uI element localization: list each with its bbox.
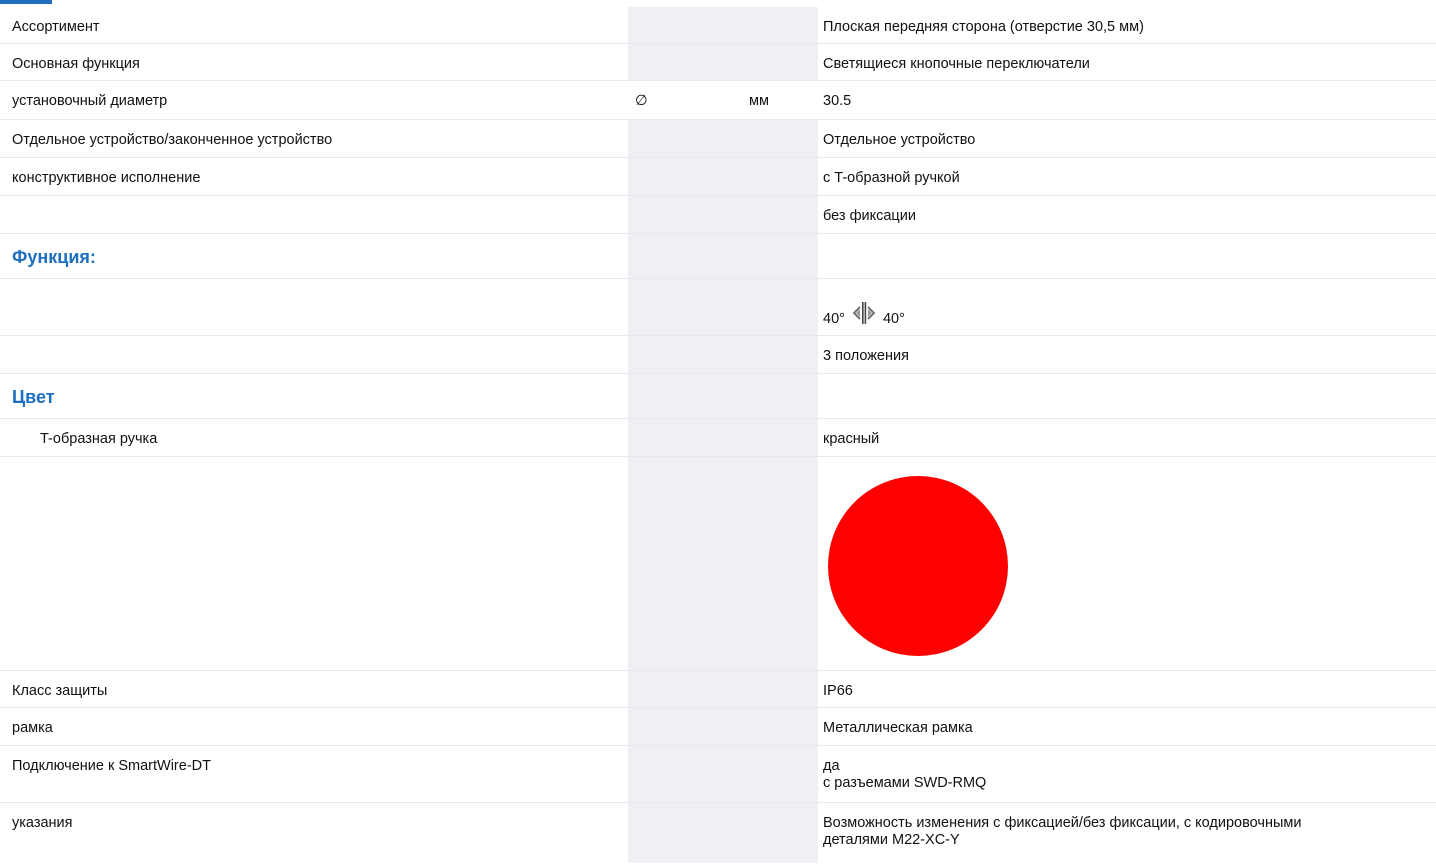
angle-right: 40° [882,311,905,327]
row-label: установочный диаметр [12,93,168,109]
unit-cell [738,419,818,456]
table-row: Класс защиты IP66 [0,671,1436,708]
unit-cell [738,7,818,43]
table-row: Отдельное устройство/законченное устройс… [0,120,1436,158]
row-value: с T-образной ручкой [823,170,960,186]
symbol-cell [628,457,738,670]
color-swatch-row [0,457,1436,671]
section-heading-color: Цвет [12,387,55,407]
row-label-empty [0,279,628,335]
symbol-cell [628,158,738,195]
rotary-switch-icon [851,301,877,330]
symbol-cell [628,196,738,233]
table-row: Основная функция Светящиеся кнопочные пе… [0,44,1436,81]
unit-cell [738,374,818,418]
row-value: красный [823,431,880,447]
unit-label: мм [738,81,818,119]
row-label [0,196,628,233]
symbol-cell [628,336,738,373]
symbol-cell [628,746,738,802]
table-row: Подключение к SmartWire-DT да с разъемам… [0,746,1436,803]
symbol-cell [628,44,738,80]
row-label: Основная функция [12,56,140,72]
symbol-cell [628,120,738,157]
unit-cell [738,803,818,863]
table-row: указания Возможность изменения с фиксаци… [0,803,1436,863]
symbol-cell [628,7,738,43]
row-label-empty [0,457,628,670]
row-value-multiline: Возможность изменения с фиксацией/без фи… [818,803,1436,863]
value-line: с разъемами SWD-RMQ [823,775,987,791]
table-row: конструктивное исполнение с T-образной р… [0,158,1436,196]
unit-cell [738,158,818,195]
unit-cell [738,279,818,335]
row-value: IP66 [823,683,853,699]
row-value: Светящиеся кнопочные переключатели [823,56,1090,72]
unit-cell [738,457,818,670]
section-heading-function: Функция: [12,247,96,267]
symbol-cell [628,671,738,707]
unit-cell [738,671,818,707]
row-value-empty [818,234,1436,278]
row-label: конструктивное исполнение [12,170,201,186]
top-strip [0,0,1436,7]
row-value: Плоская передняя сторона (отверстие 30,5… [823,19,1144,35]
diameter-symbol: ∅ [628,81,738,119]
row-label: указания [12,815,73,831]
table-row: T-образная ручка красный [0,419,1436,457]
table-row: 3 положения [0,336,1436,374]
row-label: Ассортимент [12,19,100,35]
section-accent-bar [0,0,52,4]
row-label: Класс защиты [12,683,108,699]
table-row: установочный диаметр ∅ мм 30.5 [0,81,1436,120]
function-symbol-value: 40° 40° [818,279,1436,335]
value-line: деталями M22-XC-Y [823,832,960,848]
row-value: Металлическая рамка [823,720,973,736]
value-line: да [823,758,840,774]
row-value: без фиксации [823,208,916,224]
unit-cell [738,196,818,233]
table-row: без фиксации [0,196,1436,234]
table-row: рамка Металлическая рамка [0,708,1436,746]
unit-cell [738,708,818,745]
unit-cell [738,120,818,157]
row-value: Отдельное устройство [823,132,976,148]
symbol-cell [628,279,738,335]
row-value-empty [818,374,1436,418]
section-heading-row: Цвет [0,374,1436,419]
symbol-cell [628,708,738,745]
table-row: Ассортимент Плоская передняя сторона (от… [0,7,1436,44]
symbol-cell [628,374,738,418]
symbol-cell [628,803,738,863]
row-label: T-образная ручка [40,431,158,447]
table-row: 40° 40° [0,279,1436,336]
unit-cell [738,234,818,278]
angle-left: 40° [823,311,845,327]
row-value: 30.5 [823,93,852,109]
spec-table: Ассортимент Плоская передняя сторона (от… [0,7,1436,863]
row-label: Подключение к SmartWire-DT [12,758,211,774]
row-label-empty [0,336,628,373]
value-line: Возможность изменения с фиксацией/без фи… [823,815,1302,831]
unit-cell [738,336,818,373]
row-label: Отдельное устройство/законченное устройс… [12,132,333,148]
row-label: рамка [12,720,53,736]
row-value-multiline: да с разъемами SWD-RMQ [818,746,1436,802]
symbol-cell [628,234,738,278]
unit-cell [738,746,818,802]
color-swatch-circle [828,476,1008,656]
symbol-cell [628,419,738,456]
section-heading-row: Функция: [0,234,1436,279]
row-value: 3 положения [823,348,909,364]
unit-cell [738,44,818,80]
